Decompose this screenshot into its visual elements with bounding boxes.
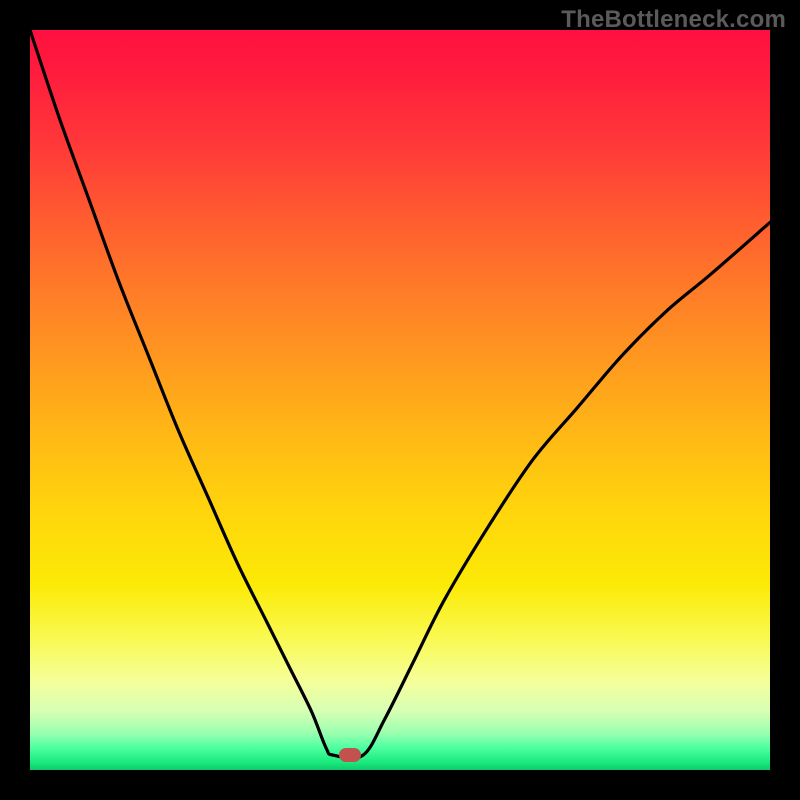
watermark-text: TheBottleneck.com <box>561 6 786 34</box>
bottleneck-curve <box>30 30 770 770</box>
plot-area <box>30 30 770 770</box>
curve-path <box>30 30 770 758</box>
chart-frame: TheBottleneck.com <box>0 0 800 800</box>
optimal-point-marker <box>339 748 361 762</box>
